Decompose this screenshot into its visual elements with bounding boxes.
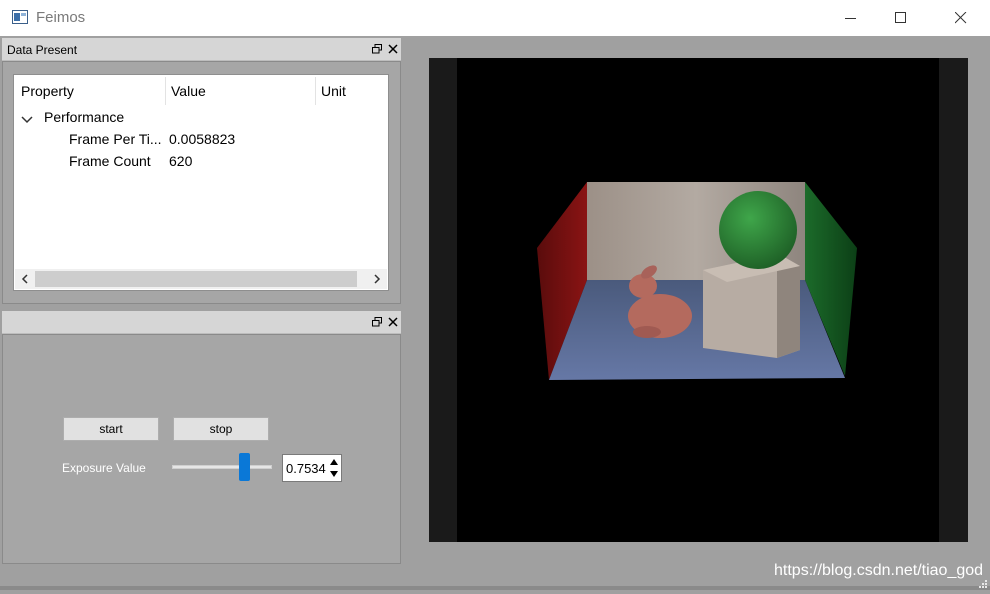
render-canvas [457, 58, 939, 542]
app-window-icon [12, 10, 28, 24]
chevron-down-icon[interactable] [21, 112, 33, 130]
spin-down-icon[interactable] [327, 468, 341, 480]
restore-icon [372, 317, 382, 327]
float-dock-button[interactable] [371, 316, 383, 328]
close-icon [955, 12, 967, 24]
close-dock-button[interactable] [387, 316, 399, 328]
spin-up-icon[interactable] [327, 456, 341, 468]
control-dock-body [2, 334, 401, 564]
column-header-unit[interactable]: Unit [321, 83, 346, 99]
float-dock-button[interactable] [371, 43, 383, 55]
close-dock-button[interactable] [387, 43, 399, 55]
exposure-slider-track[interactable] [172, 465, 272, 469]
data-dock-title: Data Present [7, 43, 78, 57]
tree-row-property[interactable]: Frame Count [69, 153, 151, 169]
maximize-button[interactable] [878, 0, 924, 36]
exposure-spinbox[interactable]: 0.7534 [282, 454, 342, 482]
scroll-right-icon[interactable] [371, 273, 383, 285]
column-divider [315, 77, 316, 105]
close-icon [388, 317, 398, 327]
tree-row-value: 0.0058823 [169, 131, 236, 147]
minimize-icon [845, 18, 856, 19]
maximize-icon [895, 12, 906, 23]
tree-header: Property Value Unit [14, 75, 388, 107]
cornell-box-render [537, 182, 857, 380]
close-button[interactable] [938, 0, 984, 36]
column-header-value[interactable]: Value [171, 83, 206, 99]
tree-row-value: 620 [169, 153, 193, 169]
exposure-value[interactable]: 0.7534 [286, 461, 326, 476]
property-tree[interactable]: Property Value Unit Performance Frame Pe… [13, 74, 389, 291]
tree-group-performance[interactable]: Performance [44, 109, 124, 125]
render-viewport[interactable] [429, 58, 968, 542]
window-title: Feimos [36, 9, 86, 26]
column-divider [165, 77, 166, 105]
scroll-thumb[interactable] [35, 271, 357, 287]
horizontal-scrollbar[interactable] [15, 269, 387, 289]
resize-grip-icon[interactable] [978, 576, 988, 588]
exposure-slider-handle[interactable] [238, 453, 250, 481]
status-strip [0, 586, 990, 590]
restore-icon [372, 44, 382, 54]
title-bar: Feimos [0, 0, 990, 36]
tree-row-property[interactable]: Frame Per Ti... [69, 131, 162, 147]
stop-button[interactable]: stop [173, 417, 269, 441]
watermark: https://blog.csdn.net/tiao_god [774, 562, 984, 579]
data-dock-header[interactable]: Data Present [2, 38, 401, 61]
start-button[interactable]: start [63, 417, 159, 441]
scroll-left-icon[interactable] [19, 273, 31, 285]
exposure-label: Exposure Value [62, 461, 146, 475]
minimize-button[interactable] [828, 0, 874, 36]
column-header-property[interactable]: Property [21, 83, 74, 99]
control-dock-header[interactable] [2, 311, 401, 334]
close-icon [388, 44, 398, 54]
